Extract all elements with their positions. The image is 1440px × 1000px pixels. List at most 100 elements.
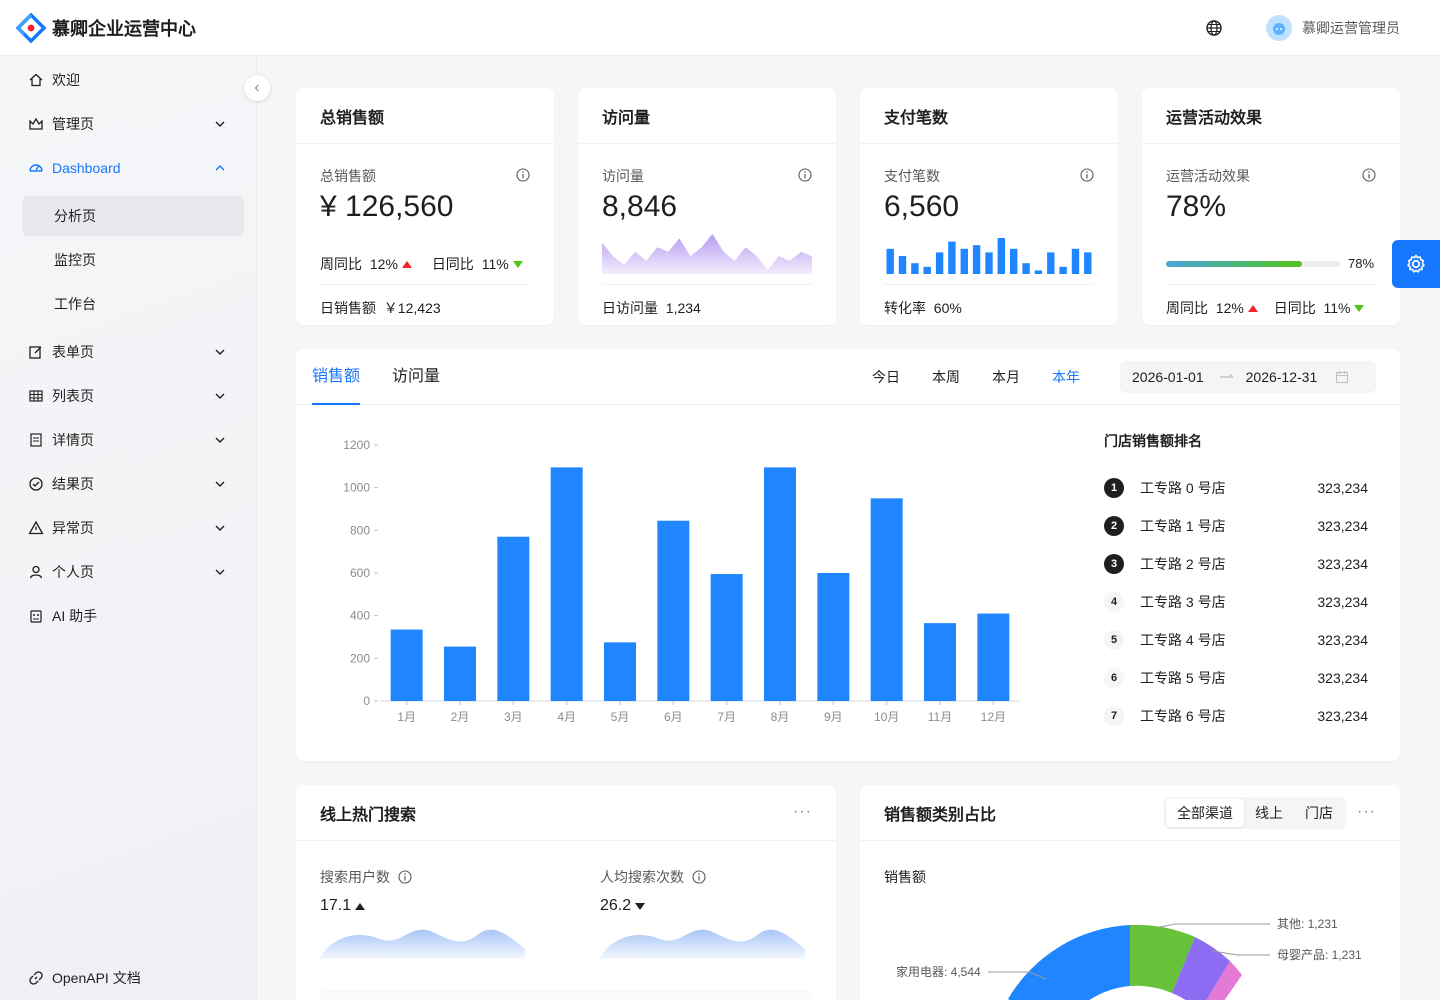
date-range-picker[interactable]: 2026-01-01 2026-12-31 — [1120, 361, 1376, 393]
sidebar-item-profile[interactable]: 详情页 — [22, 420, 244, 460]
payment-bar — [960, 248, 968, 274]
link-icon — [29, 971, 43, 985]
info-icon[interactable] — [798, 168, 812, 182]
info-icon[interactable] — [692, 870, 706, 884]
table-icon — [29, 390, 43, 402]
rank-row: 4 工专路 3 号店 323,234 — [1104, 591, 1368, 613]
avatar[interactable] — [1266, 15, 1292, 41]
sales-bar[interactable] — [924, 623, 956, 701]
rank-store-name: 工专路 2 号店 — [1140, 556, 1226, 572]
campaign-progress-track — [1166, 261, 1340, 267]
payment-bar — [1034, 270, 1043, 274]
rank-store-value: 323,234 — [1317, 518, 1368, 534]
sales-bar[interactable] — [444, 646, 476, 701]
trend-row: 周同比 12% 日同比 11% — [320, 254, 523, 274]
username[interactable]: 慕卿运营管理员 — [1302, 18, 1400, 38]
sales-bar[interactable] — [817, 573, 850, 701]
payment-bar — [886, 248, 894, 274]
payment-bar — [935, 252, 944, 274]
sales-bar[interactable] — [710, 574, 743, 701]
card-title: 支付笔数 — [860, 88, 1118, 144]
sidebar-item-account[interactable]: 个人页 — [22, 552, 244, 592]
segment-all-channels[interactable]: 全部渠道 — [1166, 799, 1244, 827]
more-menu-icon[interactable]: ··· — [1357, 803, 1376, 821]
card-title: 总销售额 — [296, 88, 554, 144]
stat-value: ¥ 126,560 — [320, 190, 454, 223]
sidebar-item-admin[interactable]: 管理页 — [22, 104, 244, 144]
app-title: 慕卿企业运营中心 — [52, 18, 196, 39]
rank-store-value: 323,234 — [1317, 632, 1368, 648]
y-tick-label: 1200 — [343, 438, 370, 452]
channel-segmented-control[interactable]: 全部渠道 线上 门店 — [1164, 797, 1346, 829]
sales-bar[interactable] — [657, 520, 690, 701]
sales-bar[interactable] — [604, 642, 636, 701]
range-week[interactable]: 本周 — [932, 367, 960, 387]
caret-down-icon — [635, 902, 646, 910]
sales-bar[interactable] — [497, 536, 530, 701]
sidebar-item-form[interactable]: 表单页 — [22, 332, 244, 372]
sales-bar[interactable] — [977, 613, 1010, 701]
range-year[interactable]: 本年 — [1052, 367, 1080, 387]
segment-store[interactable]: 门店 — [1294, 799, 1344, 827]
stat-value: 78% — [1166, 190, 1227, 223]
rank-store-name: 工专路 4 号店 — [1140, 632, 1226, 648]
sidebar-item-list[interactable]: 列表页 — [22, 376, 244, 416]
segment-online[interactable]: 线上 — [1244, 799, 1294, 827]
sidebar-item-ai-assistant[interactable]: AI 助手 — [22, 596, 244, 636]
more-menu-icon[interactable]: ··· — [793, 803, 812, 821]
pie-label-other: 其他: 1,231 — [1277, 917, 1338, 931]
stat-card-visits: 访问量 访问量 8,846 日访问量 1,234 — [578, 88, 836, 325]
chevron-up-icon — [215, 165, 225, 171]
payment-bar — [1071, 248, 1080, 274]
rank-number: 4 — [1104, 592, 1124, 612]
language-globe-icon[interactable] — [1204, 18, 1224, 38]
stat-card-sales: 总销售额 总销售额 ¥ 126,560 周同比 12% 日同比 11% 日销售额… — [296, 88, 554, 325]
settings-drawer-button[interactable] — [1392, 240, 1440, 288]
sidebar-item-welcome[interactable]: 欢迎 — [22, 60, 244, 100]
range-today[interactable]: 今日 — [872, 367, 900, 387]
check-circle-icon — [29, 477, 43, 491]
info-icon[interactable] — [1362, 168, 1376, 182]
top-header: 慕卿企业运营中心 慕卿运营管理员 — [0, 0, 1440, 56]
sidebar-item-label: 分析页 — [54, 208, 96, 224]
y-tick-label: 400 — [350, 609, 370, 623]
week-value: 12% — [1215, 300, 1244, 316]
x-tick-label: 2月 — [451, 710, 470, 724]
info-icon[interactable] — [1080, 168, 1094, 182]
sidebar-collapse-button[interactable] — [244, 75, 270, 101]
date-start[interactable]: 2026-01-01 — [1132, 369, 1204, 385]
rank-row: 7 工专路 6 号店 323,234 — [1104, 705, 1368, 727]
trend-up-icon — [1247, 305, 1258, 312]
rank-store-value: 323,234 — [1317, 594, 1368, 610]
tab-sales[interactable]: 销售额 — [312, 349, 361, 405]
sidebar-item-label: 列表页 — [52, 388, 94, 404]
sidebar-item-monitor[interactable]: 监控页 — [22, 240, 244, 280]
sales-bar[interactable] — [550, 467, 583, 701]
payment-bar — [948, 241, 956, 274]
visits-area-chart — [602, 234, 812, 274]
sales-bar[interactable] — [764, 467, 796, 701]
sidebar-item-dashboard[interactable]: Dashboard — [22, 148, 244, 188]
tab-visits[interactable]: 访问量 — [392, 349, 440, 405]
date-end[interactable]: 2026-12-31 — [1246, 369, 1318, 385]
label-line-other — [1159, 923, 1270, 928]
range-month[interactable]: 本月 — [992, 367, 1020, 387]
stat-value: 6,560 — [884, 190, 960, 223]
sidebar-item-analysis[interactable]: 分析页 — [22, 196, 244, 236]
sidebar-item-result[interactable]: 结果页 — [22, 464, 244, 504]
rank-row: 3 工专路 2 号店 323,234 — [1104, 553, 1368, 575]
payments-bar-chart — [886, 238, 1092, 274]
sales-bar[interactable] — [870, 498, 903, 701]
info-icon[interactable] — [398, 870, 412, 884]
sidebar-item-exception[interactable]: 异常页 — [22, 508, 244, 548]
sidebar-item-label: 详情页 — [52, 432, 94, 448]
card-title: 访问量 — [578, 88, 836, 144]
info-icon[interactable] — [516, 168, 530, 182]
chevron-down-icon — [215, 121, 225, 127]
logo[interactable]: 慕卿企业运营中心 — [16, 12, 196, 43]
sidebar-item-workplace[interactable]: 工作台 — [22, 284, 244, 324]
sales-bar[interactable] — [390, 629, 423, 701]
rank-number: 5 — [1104, 630, 1124, 650]
openapi-docs-link[interactable]: OpenAPI 文档 — [28, 968, 141, 988]
x-tick-label: 9月 — [824, 710, 843, 724]
